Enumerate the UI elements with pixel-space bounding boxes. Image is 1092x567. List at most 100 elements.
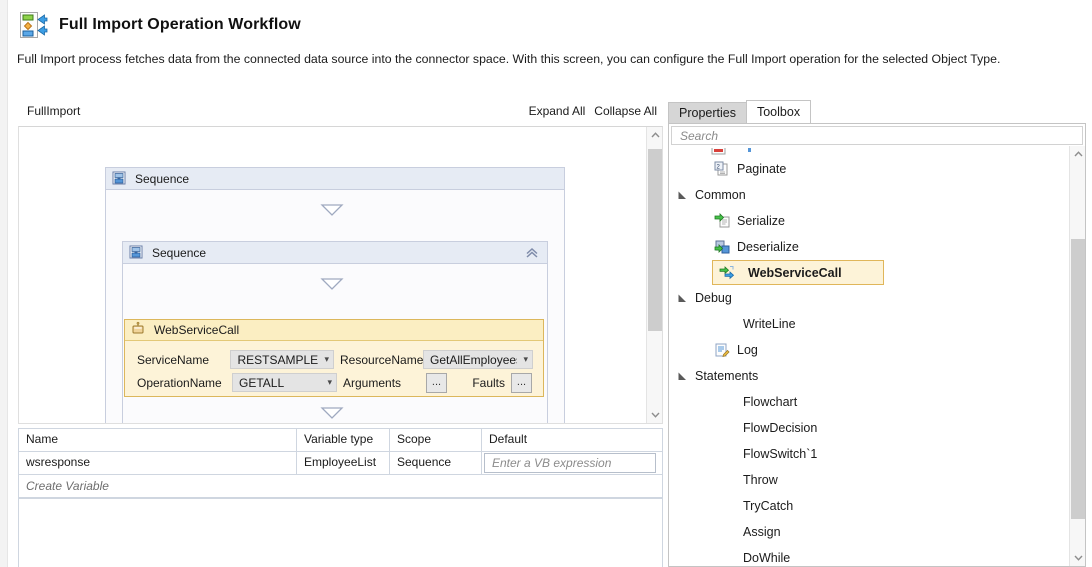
webservicecall-activity-icon xyxy=(131,321,147,338)
tab-toolbox[interactable]: Toolbox xyxy=(745,100,812,123)
toolbox-item-flowchart[interactable]: Flowchart xyxy=(670,389,1070,415)
scroll-down-icon[interactable] xyxy=(647,407,662,423)
inner-sequence-body[interactable]: WebServiceCall ServiceName RESTSAMPLE ▾ xyxy=(123,264,547,423)
toolbox-item-webservicecall[interactable]: WebServiceCall xyxy=(712,260,884,285)
chevron-down-icon: ▾ xyxy=(327,377,332,387)
expand-all-link[interactable]: Expand All xyxy=(529,104,586,118)
toolbox-clipped-item xyxy=(670,148,1070,156)
page-header: Full Import Operation Workflow xyxy=(18,10,301,40)
drop-target-triangle[interactable] xyxy=(320,204,344,216)
drop-target-triangle[interactable] xyxy=(320,407,344,419)
variables-grid[interactable]: Name Variable type Scope Default wsrespo… xyxy=(18,428,663,567)
workflow-canvas-surface[interactable]: Sequence Sequence WebServiceCall Service… xyxy=(19,127,646,423)
column-header-scope: Scope xyxy=(390,429,482,451)
variable-name-cell[interactable]: wsresponse xyxy=(19,452,297,474)
toolbox-item-label: DoWhile xyxy=(743,551,791,565)
toolbox-item-flowdecision[interactable]: FlowDecision xyxy=(670,415,1070,441)
toolbox-group-label: Common xyxy=(695,188,746,202)
expander-expanded-icon[interactable] xyxy=(678,294,687,303)
outer-sequence-body[interactable]: Sequence WebServiceCall ServiceName REST… xyxy=(106,190,564,423)
page-title: Full Import Operation Workflow xyxy=(59,16,301,33)
arguments-ellipsis-button[interactable]: ... xyxy=(426,372,447,393)
toolbox-item-flowswitch[interactable]: FlowSwitch`1 xyxy=(670,441,1070,467)
log-icon xyxy=(714,342,730,358)
toolbox-item-writeline[interactable]: WriteLine xyxy=(670,311,1070,337)
toolbox-item-dowhile[interactable]: DoWhile xyxy=(670,545,1070,566)
outer-sequence-header[interactable]: Sequence xyxy=(106,168,564,190)
toolbox-item-label: FlowSwitch`1 xyxy=(743,447,818,461)
right-panel-tabs: Properties Toolbox xyxy=(668,100,1092,123)
scroll-down-icon[interactable] xyxy=(1070,550,1086,566)
outer-sequence-activity[interactable]: Sequence Sequence WebServiceCall Service… xyxy=(105,167,565,423)
toolbox-scrollbar-thumb[interactable] xyxy=(1071,239,1085,519)
designer-toolbar: FullImport Expand All Collapse All xyxy=(18,101,663,124)
operationname-label: OperationName xyxy=(137,375,222,390)
variable-type-cell[interactable]: EmployeeList xyxy=(297,452,390,474)
resourcename-combobox[interactable]: GetAllEmployees ▾ xyxy=(423,350,533,369)
webservicecall-card-body: ServiceName RESTSAMPLE ▾ ResourceName Ge… xyxy=(125,341,543,394)
toolbox-item-throw[interactable]: Throw xyxy=(670,467,1070,493)
resourcename-label: ResourceName xyxy=(340,352,424,367)
variables-header-row: Name Variable type Scope Default xyxy=(19,429,662,452)
toolbox-item-label: Flowchart xyxy=(743,395,798,409)
variables-empty-area xyxy=(19,498,662,567)
toolbox-group-label: Debug xyxy=(695,291,732,305)
toolbox-item-trycatch[interactable]: TryCatch xyxy=(670,493,1070,519)
chevron-double-up-icon[interactable] xyxy=(525,246,539,260)
serialize-icon xyxy=(714,213,730,229)
column-header-default: Default xyxy=(489,432,528,446)
webservicecall-card-title: WebServiceCall xyxy=(154,323,240,337)
toolbox-item-label: Paginate xyxy=(737,162,787,176)
collapse-all-link[interactable]: Collapse All xyxy=(594,104,657,118)
toolbox-item-label: TryCatch xyxy=(743,499,794,513)
inner-sequence-activity[interactable]: Sequence WebServiceCall ServiceName REST… xyxy=(122,241,548,423)
expander-expanded-icon[interactable] xyxy=(678,372,687,381)
search-input[interactable]: Search xyxy=(671,126,1083,145)
variable-default-cell[interactable]: Enter a VB expression xyxy=(482,452,662,474)
scroll-up-icon[interactable] xyxy=(647,127,662,143)
scroll-up-icon[interactable] xyxy=(1070,146,1086,162)
webservicecall-card-header[interactable]: WebServiceCall xyxy=(125,320,543,341)
column-header-name: Name xyxy=(19,429,297,451)
table-row[interactable]: wsresponse EmployeeList Sequence Enter a… xyxy=(19,452,662,475)
toolbox-group-common[interactable]: Common xyxy=(670,182,1070,208)
toolbox-item-label: WriteLine xyxy=(743,317,796,331)
faults-ellipsis-button[interactable]: ... xyxy=(511,372,532,393)
toolbox-tree[interactable]: 2 Paginate Common Serialize Deserialize … xyxy=(670,148,1070,566)
toolbox-group-label: Statements xyxy=(695,369,759,383)
drop-target-triangle[interactable] xyxy=(320,278,344,290)
toolbox-item-label: Throw xyxy=(743,473,778,487)
toolbox-item-deserialize[interactable]: Deserialize xyxy=(670,234,1070,260)
canvas-vertical-scrollbar[interactable] xyxy=(646,127,662,423)
toolbox-item-label: WebServiceCall xyxy=(748,265,842,280)
canvas-scrollbar-thumb[interactable] xyxy=(648,149,662,331)
toolbox-item-serialize[interactable]: Serialize xyxy=(670,208,1070,234)
create-variable-row[interactable]: Create Variable xyxy=(19,475,662,498)
toolbox-item-assign[interactable]: Assign xyxy=(670,519,1070,545)
page-description: Full Import process fetches data from th… xyxy=(17,52,1001,66)
workflow-canvas[interactable]: Sequence Sequence WebServiceCall Service… xyxy=(18,126,663,424)
webservicecall-field-row-1: ServiceName RESTSAMPLE ▾ ResourceName Ge… xyxy=(137,348,533,371)
create-variable-label[interactable]: Create Variable xyxy=(19,475,109,497)
paginate-icon: 2 xyxy=(714,161,730,177)
toolbox-item-paginate[interactable]: 2 Paginate xyxy=(670,156,1070,182)
inner-sequence-header[interactable]: Sequence xyxy=(123,242,547,264)
operationname-combobox[interactable]: GETALL ▾ xyxy=(232,373,337,392)
page-edge-strip xyxy=(0,0,8,567)
toolbox-item-label: FlowDecision xyxy=(743,421,818,435)
toolbox-item-log[interactable]: Log xyxy=(670,337,1070,363)
faults-label: Faults xyxy=(472,375,505,390)
toolbox-vertical-scrollbar[interactable] xyxy=(1069,146,1085,566)
sequence-icon xyxy=(129,245,145,261)
toolbox-group-debug[interactable]: Debug xyxy=(670,285,1070,311)
workflow-import-icon xyxy=(18,10,48,40)
webservicecall-activity-card[interactable]: WebServiceCall ServiceName RESTSAMPLE ▾ xyxy=(124,319,544,397)
default-expression-input[interactable]: Enter a VB expression xyxy=(484,453,656,473)
outer-sequence-title: Sequence xyxy=(135,171,190,186)
toolbox-group-statements[interactable]: Statements xyxy=(670,363,1070,389)
servicename-combobox[interactable]: RESTSAMPLE ▾ xyxy=(230,350,334,369)
variable-scope-cell[interactable]: Sequence xyxy=(390,452,482,474)
expander-expanded-icon[interactable] xyxy=(678,191,687,200)
webservicecall-field-row-2: OperationName GETALL ▾ Arguments ... Fau… xyxy=(137,371,533,394)
tab-properties[interactable]: Properties xyxy=(668,102,747,123)
